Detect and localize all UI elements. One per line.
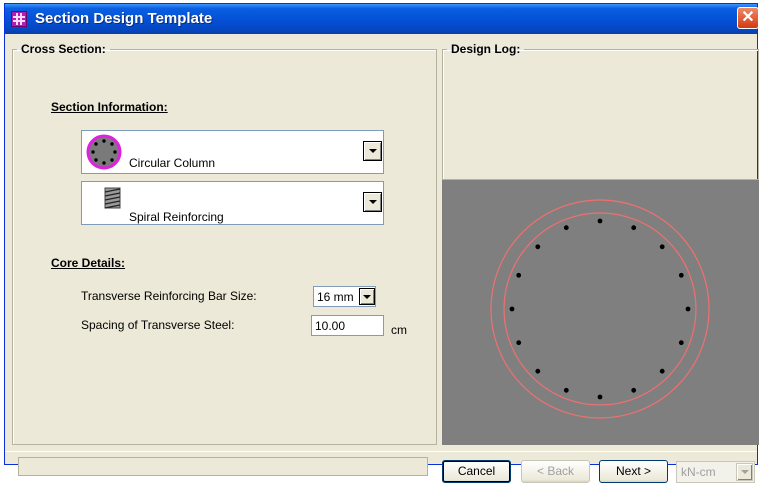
reinforcing-type-dropdown[interactable]: Spiral Reinforcing	[81, 181, 384, 225]
spacing-input[interactable]	[311, 315, 384, 336]
cancel-button[interactable]: Cancel	[442, 460, 511, 483]
reinforcing-bar	[516, 340, 522, 346]
outer-section-circle	[490, 199, 710, 419]
status-field	[18, 457, 428, 476]
reinforcing-type-value: Spiral Reinforcing	[129, 210, 224, 224]
reinforcing-bar	[678, 272, 684, 278]
reinforcing-bar	[597, 394, 603, 400]
reinforcing-bar	[563, 225, 569, 231]
close-button[interactable]: ✕	[737, 7, 759, 29]
reinforcing-bar	[678, 340, 684, 346]
section-type-value: Circular Column	[129, 156, 216, 170]
spacing-unit: cm	[391, 323, 407, 337]
circular-column-icon	[86, 134, 122, 170]
bar-size-label: Transverse Reinforcing Bar Size:	[81, 289, 257, 303]
units-dropdown[interactable]: kN-cm	[676, 461, 755, 483]
reinforcing-bar	[631, 225, 637, 231]
design-log-group: Design Log:	[442, 42, 759, 180]
section-preview-canvas	[490, 199, 710, 419]
reinforcing-bar	[535, 244, 541, 250]
reinforcing-bar	[563, 387, 569, 393]
spiral-reinforcing-icon	[104, 187, 121, 209]
reinforcing-bar	[516, 272, 522, 278]
section-information-heading: Section Information:	[51, 100, 168, 114]
back-button[interactable]: < Back	[521, 460, 590, 483]
section-preview	[442, 180, 759, 445]
title-bar[interactable]: Section Design Template ✕	[5, 4, 759, 34]
app-grid-icon	[11, 11, 27, 27]
cross-section-legend: Cross Section:	[21, 42, 106, 56]
units-dropdown-button[interactable]	[736, 463, 753, 481]
core-circle	[503, 212, 697, 406]
section-type-dropdown-button[interactable]	[363, 141, 382, 161]
section-type-dropdown[interactable]: Circular Column	[81, 130, 384, 174]
next-button[interactable]: Next >	[599, 460, 668, 483]
reinforcing-bar	[535, 368, 541, 374]
reinforcing-bar	[631, 387, 637, 393]
reinforcing-bar	[659, 368, 665, 374]
reinforcing-bar	[509, 306, 515, 312]
section-design-window: Section Design Template ✕ Cross Section:…	[4, 3, 759, 465]
bar-size-dropdown-button[interactable]	[359, 288, 375, 305]
units-value: kN-cm	[681, 465, 716, 479]
reinforcing-bar	[659, 244, 665, 250]
reinforcing-bar	[597, 218, 603, 224]
core-details-heading: Core Details:	[51, 256, 126, 270]
bar-size-dropdown[interactable]: 16 mm	[313, 286, 376, 307]
reinforcing-type-dropdown-button[interactable]	[363, 192, 382, 212]
design-log-legend: Design Log:	[451, 42, 521, 56]
reinforcing-bar	[685, 306, 691, 312]
spacing-label: Spacing of Transverse Steel:	[81, 318, 235, 332]
bar-size-value: 16 mm	[317, 290, 354, 304]
window-title: Section Design Template	[35, 10, 213, 27]
